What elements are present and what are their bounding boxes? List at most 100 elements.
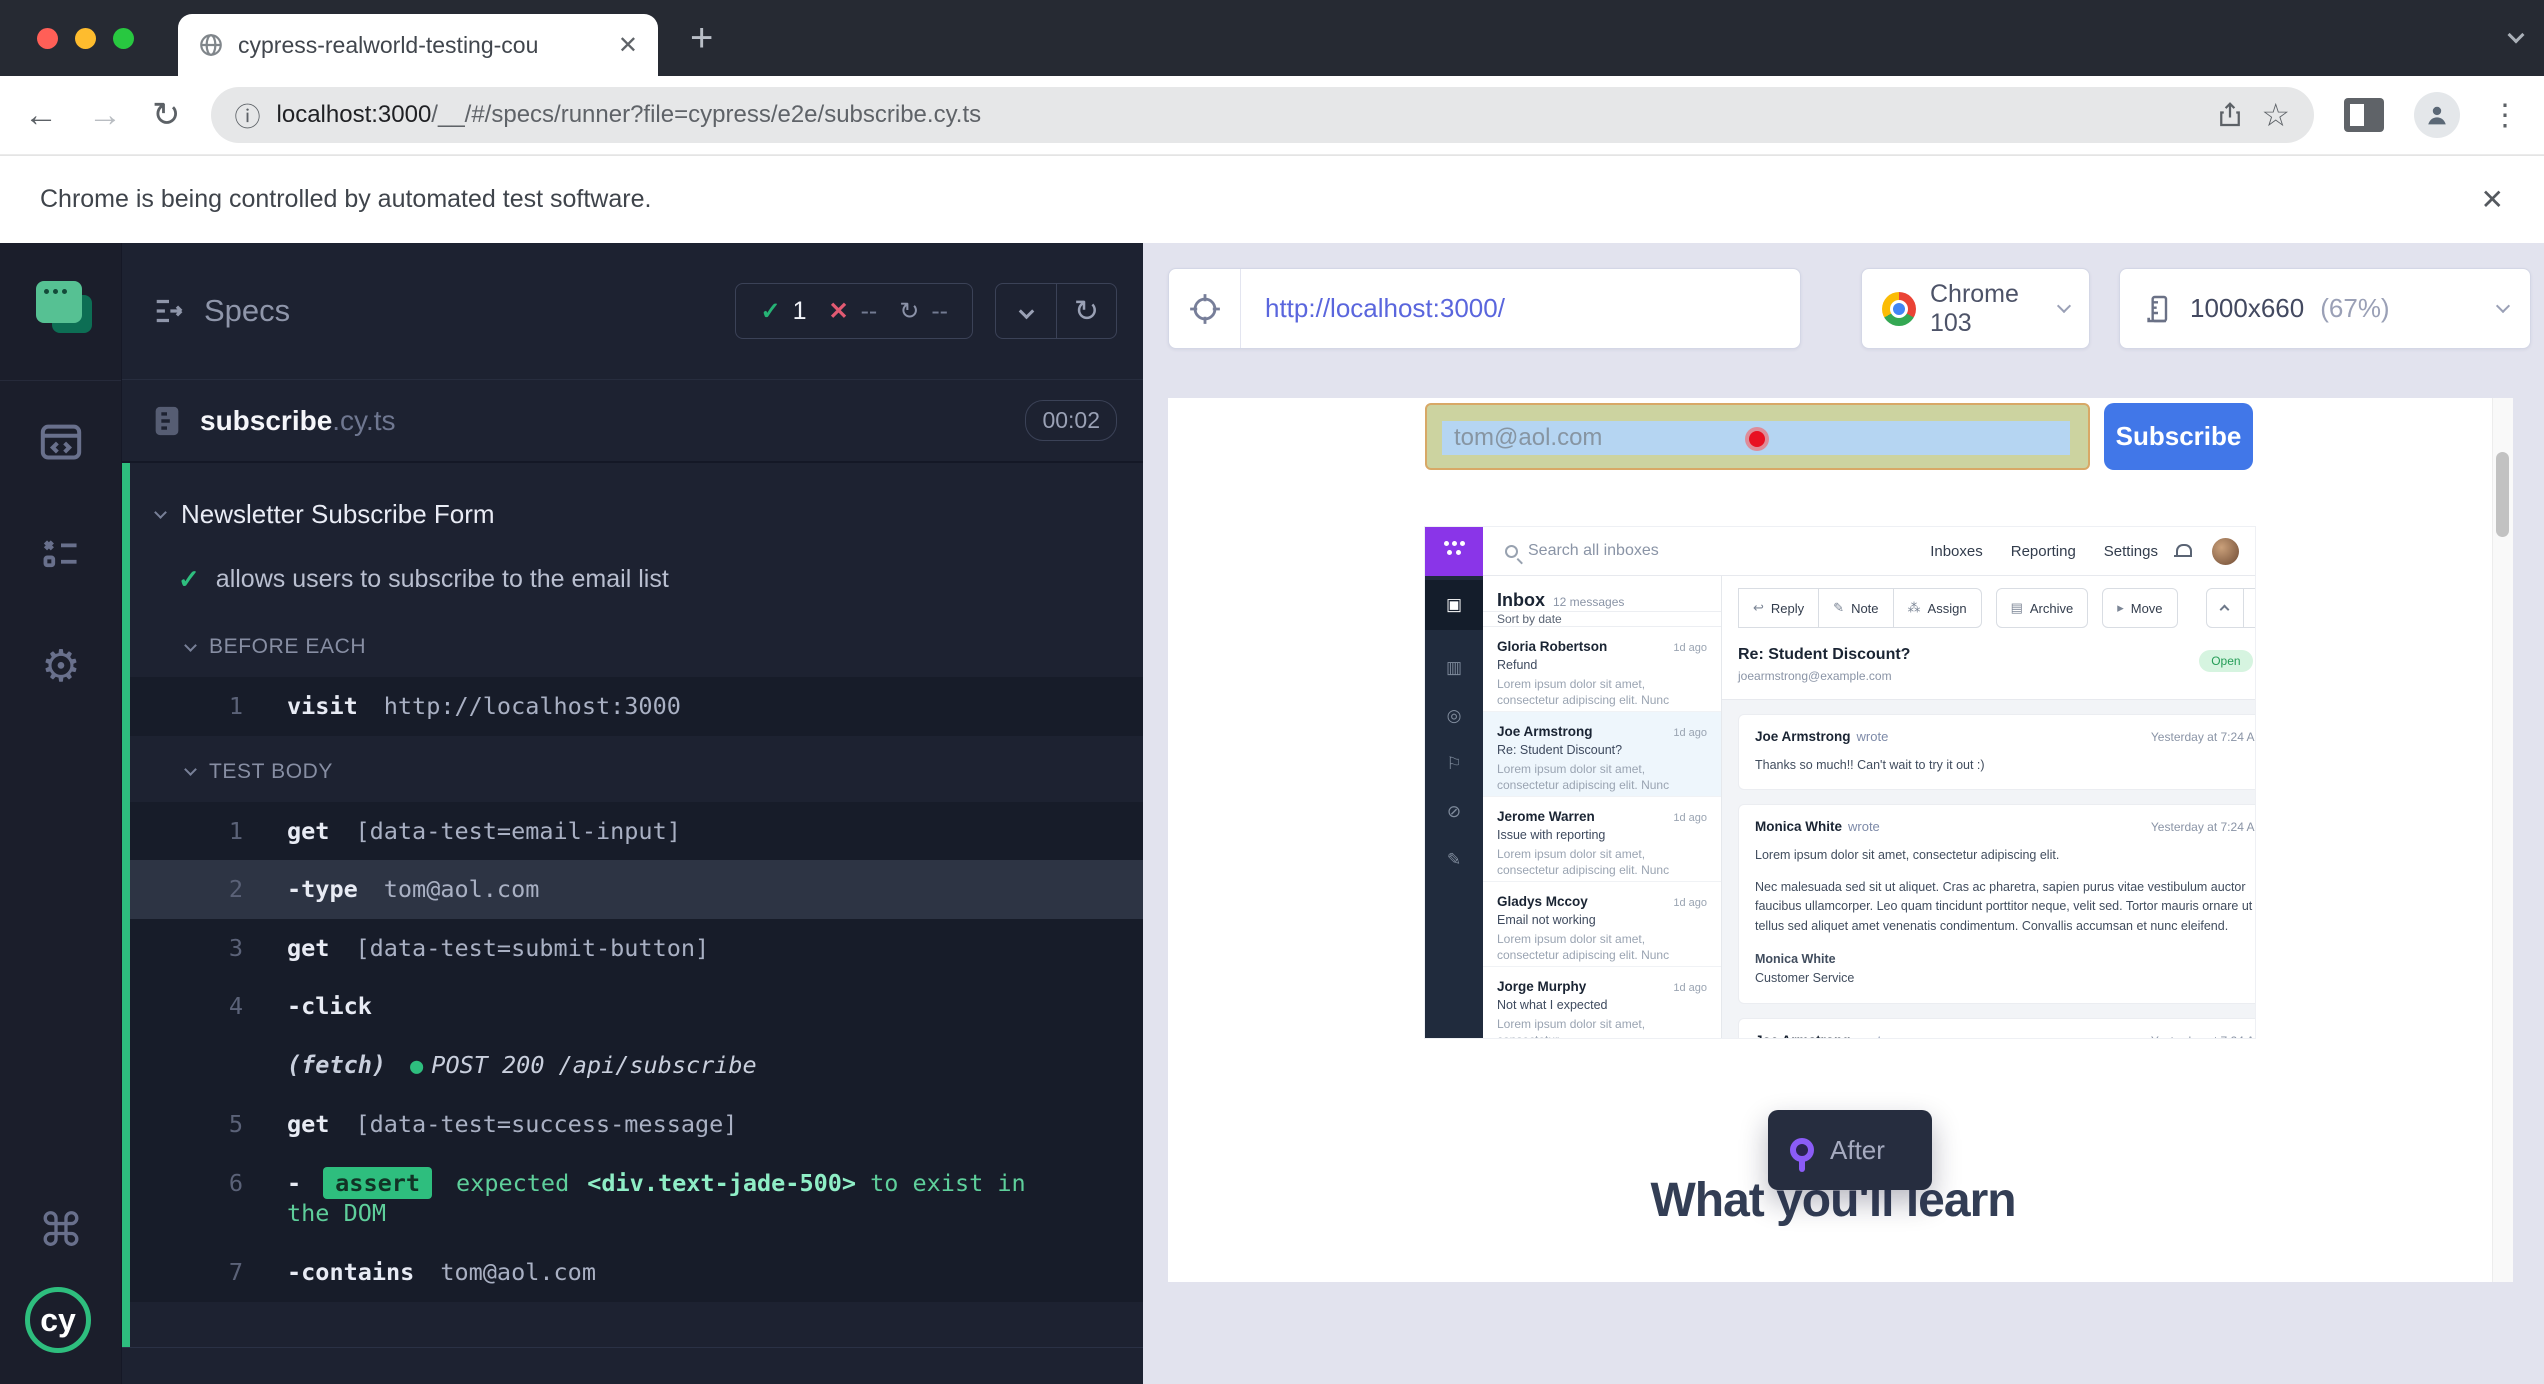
thread-message-card: Joe Armstrong wrote Yesterday at 7:24 AM… — [1738, 1018, 2255, 1038]
inbox-nav-item[interactable]: Inboxes — [1930, 543, 1983, 560]
blocked-icon[interactable]: ⊘ — [1447, 802, 1461, 822]
inbox-tray-icon[interactable]: ▣ — [1425, 580, 1483, 630]
test-body-header[interactable]: TEST BODY — [130, 746, 1143, 794]
prev-message-button[interactable] — [2206, 588, 2244, 628]
status-badge[interactable]: Open — [2199, 650, 2252, 672]
after-tooltip: After — [1768, 1110, 1932, 1190]
command-row[interactable]: 6 -assertexpected<div.text-jade-500>to e… — [130, 1154, 1143, 1243]
aut-url-bar: http://localhost:3000/ — [1168, 268, 1801, 349]
aut-scrollbar-thumb[interactable] — [2496, 452, 2509, 537]
message-list-item[interactable]: Gloria Robertson1d ago Refund Lorem ipsu… — [1483, 627, 1721, 712]
chevron-down-icon — [2496, 299, 2510, 313]
sort-by-date[interactable]: Sort by date — [1483, 612, 1721, 627]
command-row[interactable]: 7 -containstom@aol.com — [130, 1243, 1143, 1302]
inbox-nav-item[interactable]: Settings — [2104, 543, 2158, 560]
tab-search-chevron-icon[interactable] — [2510, 28, 2522, 46]
toolbar-button[interactable]: ▸Move — [2102, 588, 2177, 628]
command-number: 7 — [130, 1257, 287, 1288]
command-row[interactable]: (fetch)●POST 200 /api/subscribe — [130, 1036, 1143, 1096]
browser-tab[interactable]: cypress-realworld-testing-cou ✕ — [178, 14, 658, 76]
message-detail-panel: ↩Reply✎Note⁂Assign ▤Archive ▸Move — [1722, 576, 2255, 1038]
runs-nav-icon[interactable] — [0, 535, 122, 573]
message-list: Gloria Robertson1d ago Refund Lorem ipsu… — [1483, 627, 1721, 1038]
suite-row[interactable]: Newsletter Subscribe Form — [130, 489, 1143, 540]
chevron-down-icon — [154, 506, 167, 519]
crosshair-icon — [1188, 292, 1222, 326]
message-subject: Re: Student Discount? — [1738, 646, 2199, 664]
next-message-button[interactable] — [2244, 588, 2255, 628]
stat-passed: ✓1 — [760, 297, 806, 326]
ruler-icon — [2142, 293, 2174, 325]
message-list-item[interactable]: Joe Armstrong1d ago Re: Student Discount… — [1483, 712, 1721, 797]
toolbar-button[interactable]: ↩Reply — [1738, 588, 1819, 628]
compose-icon[interactable]: ✎ — [1447, 850, 1461, 870]
browser-menu-icon[interactable]: ⋮ — [2490, 98, 2520, 133]
command-row[interactable]: 5 get[data-test=success-message] — [130, 1095, 1143, 1154]
bookmark-star-icon[interactable]: ☆ — [2261, 96, 2290, 134]
specs-nav-icon[interactable] — [0, 423, 122, 463]
message-list-item[interactable]: Jerome Warren1d ago Issue with reporting… — [1483, 797, 1721, 882]
inbox-user-avatar[interactable] — [2212, 538, 2239, 565]
browser-selector[interactable]: Chrome 103 — [1861, 268, 2090, 349]
reload-button[interactable]: ↻ — [152, 98, 181, 132]
test-body-commands: 1 get[data-test=email-input] 2 -typetom@… — [130, 802, 1143, 1302]
toolbar-button[interactable]: ✎Note — [1819, 588, 1893, 628]
test-row[interactable]: ✓ allows users to subscribe to the email… — [130, 548, 1143, 611]
cypress-click-indicator — [1749, 431, 1765, 447]
new-tab-button[interactable]: + — [690, 18, 713, 58]
settings-gear-icon[interactable]: ⚙ — [0, 641, 122, 692]
macos-close-button[interactable] — [37, 28, 58, 49]
infobar-message: Chrome is being controlled by automated … — [40, 185, 2481, 214]
trash-icon[interactable]: ▥ — [1446, 658, 1462, 678]
chrome-logo-icon — [1882, 292, 1916, 326]
test-passed-check-icon: ✓ — [178, 564, 200, 595]
tab-title: cypress-realworld-testing-cou — [238, 32, 604, 59]
command-row[interactable]: 2 -typetom@aol.com — [130, 860, 1143, 919]
profile-avatar[interactable] — [2414, 92, 2460, 138]
spec-file-icon — [152, 404, 182, 438]
aut-scrollbar-track[interactable] — [2492, 398, 2513, 1282]
selector-playground-button[interactable] — [1169, 269, 1241, 348]
spec-file-row[interactable]: subscribe.cy.ts 00:02 — [122, 380, 1143, 463]
command-row[interactable]: 1 visithttp://localhost:3000 — [130, 677, 1143, 736]
share-icon[interactable] — [2215, 100, 2245, 130]
back-button[interactable]: ← — [24, 98, 58, 132]
command-row[interactable]: 3 get[data-test=submit-button] — [130, 919, 1143, 978]
message-subject-block: Re: Student Discount? joearmstrong@examp… — [1722, 640, 2255, 699]
message-list-item[interactable]: Jorge Murphy1d ago Not what I expected L… — [1483, 967, 1721, 1038]
notifications-bell-icon[interactable] — [2174, 543, 2190, 559]
flag-icon[interactable]: ⚐ — [1446, 754, 1461, 774]
chevron-down-icon — [2057, 299, 2071, 313]
inbox-nav-item[interactable]: Reporting — [2011, 543, 2076, 560]
cypress-app: ⚙ ⌘ cy Specs ✓1 ✕-- ↻-- ↻ — [0, 243, 2544, 1384]
before-each-header[interactable]: BEFORE EACH — [130, 621, 1143, 669]
browser-toolbar: ← → ↻ ⓘ localhost:3000/__/#/specs/runner… — [0, 76, 2544, 154]
macos-minimize-button[interactable] — [75, 28, 96, 49]
test-stats[interactable]: ✓1 ✕-- ↻-- — [735, 283, 973, 339]
inbox-search-input[interactable]: Search all inboxes — [1528, 542, 1930, 560]
toolbar-button[interactable]: ▤Archive — [1996, 588, 2089, 628]
chevron-down-icon — [184, 639, 197, 652]
command-row[interactable]: 4 -click — [130, 977, 1143, 1036]
aut-preview-panel: http://localhost:3000/ Chrome 103 1000x6… — [1143, 243, 2544, 1384]
rerun-tests-button[interactable]: ↻ — [1056, 284, 1116, 338]
command-row[interactable]: 1 get[data-test=email-input] — [130, 802, 1143, 861]
address-bar[interactable]: ⓘ localhost:3000/__/#/specs/runner?file=… — [211, 87, 2315, 143]
toolbar-button[interactable]: ⁂Assign — [1894, 588, 1982, 628]
viewport-zoom-label: (67%) — [2320, 293, 2482, 324]
viewport-selector[interactable]: 1000x660 (67%) — [2119, 268, 2531, 349]
side-panel-button[interactable] — [2344, 98, 2384, 132]
profile-icon[interactable]: ◎ — [1447, 706, 1462, 726]
aut-url-text[interactable]: http://localhost:3000/ — [1241, 293, 1505, 324]
macos-fullscreen-button[interactable] — [113, 28, 134, 49]
pin-icon — [1790, 1138, 1814, 1162]
infobar-close-icon[interactable]: ✕ — [2481, 183, 2504, 216]
keyboard-shortcuts-icon[interactable]: ⌘ — [0, 1203, 122, 1257]
collapse-all-button[interactable] — [996, 284, 1056, 338]
site-info-icon[interactable]: ⓘ — [235, 97, 261, 134]
specs-list-icon — [152, 296, 186, 326]
command-number: 3 — [130, 933, 287, 964]
message-list-item[interactable]: Gladys Mccoy1d ago Email not working Lor… — [1483, 882, 1721, 967]
subscribe-button[interactable]: Subscribe — [2104, 403, 2253, 470]
tab-close-icon[interactable]: ✕ — [618, 31, 638, 60]
